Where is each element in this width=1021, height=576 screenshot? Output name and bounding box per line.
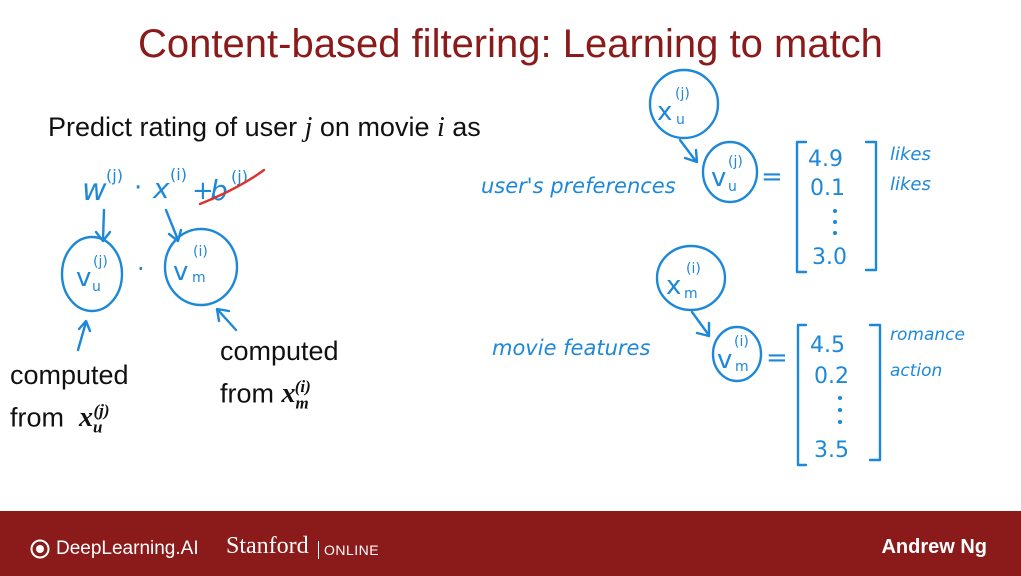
vu-sup: (j)	[93, 254, 108, 270]
vu-letter: v	[76, 263, 91, 293]
vm-sup: (i)	[193, 244, 208, 260]
movie-vector-ellipsis-dot	[838, 408, 842, 412]
vm-right-sup: (i)	[734, 334, 749, 350]
vu-vm-dot: ·	[137, 255, 145, 283]
formula-w-sup: (j)	[106, 166, 123, 185]
movie-vector-2: 3.5	[814, 438, 849, 463]
xm-letter: x	[666, 271, 681, 301]
user-vector-right-bracket	[864, 140, 878, 272]
xm-hw-sup: (i)	[686, 261, 701, 277]
user-vector-label-1: likes	[890, 174, 931, 195]
equals-top: =	[761, 162, 783, 192]
handwritten-annotations: w (j) · x (i) + b (j) v (j) u · v (i) m …	[60, 68, 965, 467]
movie-vector-ellipsis-dot	[838, 396, 842, 400]
deeplearning-logo: DeepLearning.AI	[30, 538, 199, 560]
formula-dot: ·	[134, 173, 142, 203]
user-vector-1: 0.1	[810, 176, 845, 201]
formula-w: w	[82, 173, 107, 208]
user-vector-label-0: likes	[890, 144, 931, 165]
formula-b: b	[210, 174, 228, 207]
vu-right-letter: v	[711, 163, 726, 193]
movie-vector-right-bracket	[868, 323, 882, 462]
user-vector-2: 3.0	[812, 245, 847, 270]
vu-right-sub: u	[728, 179, 737, 195]
user-vector-left-bracket	[795, 140, 808, 274]
movie-vector-ellipsis-dot	[838, 420, 842, 424]
slide-footer: DeepLearning.AI Stanford ONLINE Andrew N…	[0, 511, 1021, 576]
movie-vector-0: 4.5	[810, 333, 845, 358]
presenter-name: Andrew Ng	[881, 536, 987, 558]
xu-letter: x	[657, 97, 672, 127]
stanford-logo: Stanford	[226, 533, 309, 559]
online-label: ONLINE	[318, 541, 379, 559]
vm-letter: v	[173, 257, 188, 287]
user-vector-0: 4.9	[808, 147, 843, 172]
movie-vector-1: 0.2	[814, 364, 849, 389]
xu-hw-sup: (j)	[675, 86, 690, 102]
xu-hw-sub: u	[676, 112, 685, 128]
movie-vector-label-1: action	[890, 361, 942, 381]
vu-sub: u	[92, 279, 101, 295]
arrow-w-to-vu	[101, 208, 106, 242]
xm-hw-sub: m	[684, 286, 698, 302]
arrow-xu-to-vu	[678, 138, 697, 162]
formula-x: x	[152, 172, 170, 205]
user-vector-ellipsis-dot	[833, 220, 837, 224]
movie-vector-left-bracket	[796, 323, 808, 467]
user-vector-ellipsis-dot	[833, 231, 837, 235]
vm-sub: m	[192, 270, 206, 286]
deeplearning-icon	[30, 539, 50, 559]
movie-features-label: movie features	[492, 336, 650, 360]
formula-x-sup: (i)	[170, 165, 187, 184]
arrow-xm-to-vm	[690, 310, 710, 336]
movie-vector-label-0: romance	[890, 325, 965, 345]
user-vector-ellipsis-dot	[833, 209, 837, 213]
vu-right-sup: (j)	[728, 154, 743, 170]
equals-bottom: =	[766, 343, 788, 373]
vu-circle	[60, 235, 124, 313]
users-preferences-label: user's preferences	[481, 174, 676, 198]
vm-right-sub: m	[735, 359, 749, 375]
deeplearning-text: DeepLearning.AI	[56, 538, 199, 559]
vm-right-letter: v	[717, 345, 732, 375]
arrow-label-to-vm	[216, 308, 238, 332]
